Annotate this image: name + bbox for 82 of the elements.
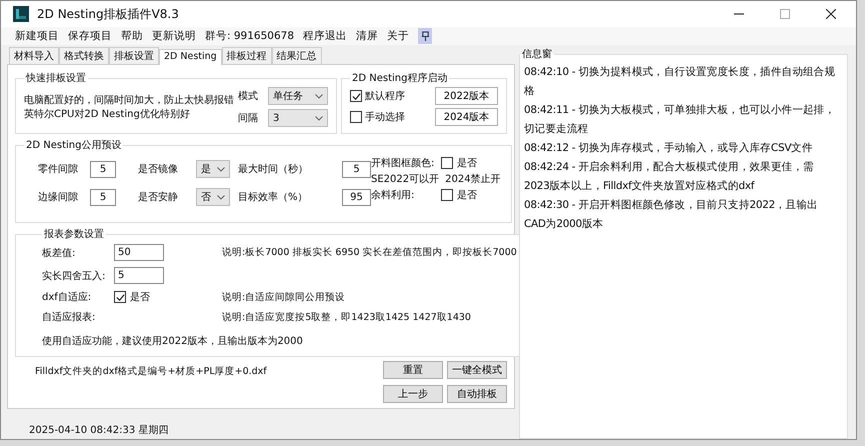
field-label: 自适应报表: (42, 310, 96, 324)
field-label: 板差值: (42, 246, 76, 260)
checkbox-label: 是否 (130, 291, 150, 304)
action-button[interactable]: 一键全模式 (447, 361, 507, 379)
menu-item[interactable]: 保存项目 (68, 29, 112, 43)
log-entry: 08:42:30 - 开启开料图框颜色修改，目前只支持2022，且输出CAD为2000版本 (524, 198, 819, 232)
field-label: 零件间隙 (38, 162, 79, 176)
note-text: 说明:自适应宽度按5取整，即1423取1425 1427取1430 (222, 310, 471, 324)
tab[interactable]: 结果汇总 (272, 47, 322, 64)
checkbox[interactable] (441, 157, 453, 169)
field-label: 开料图框颜色: (371, 156, 436, 170)
field-label: 最大时间（秒） (238, 162, 309, 176)
field-label: 模式 (238, 90, 258, 103)
checkbox[interactable] (350, 90, 362, 102)
checkbox[interactable] (350, 111, 362, 123)
field-label: 是否镜像 (138, 162, 179, 176)
menu-item[interactable]: 清屏 (356, 29, 378, 43)
input-field[interactable]: 50 (114, 244, 164, 261)
caret-icon (217, 194, 225, 200)
group-title: 报表参数设置 (43, 228, 105, 241)
pin-button[interactable] (418, 28, 432, 44)
checkbox-label: 手动选择 (365, 110, 405, 124)
log-entry: 08:42:24 - 开启余料利用，配合大板模式使用，效果更佳，需2023版本以上，Filldxf文件夹放置对应格式的dxf (524, 160, 815, 194)
checkbox-label: 默认程序 (365, 90, 405, 103)
note-text: 2024禁止开 (445, 172, 501, 186)
dropdown[interactable]: 单任务 (268, 87, 328, 105)
tab[interactable]: 排板设置 (109, 47, 159, 64)
input-field[interactable]: 5 (114, 267, 164, 284)
caret-icon (315, 94, 323, 98)
status-text: 2025-04-10 08:42:33 星期四 (28, 424, 170, 437)
log-entry: 08:42:11 - 切换为大板模式，可单独排大板，也可以小件一起排，切记要走流程 (524, 103, 836, 137)
window-title: 2D Nesting排板插件V8.3 (37, 6, 179, 22)
note-text: 电脑配置好的，间隔时间加大，防止太快易报错 (24, 94, 234, 107)
group-title: 2D Nesting公用预设 (25, 139, 122, 152)
field-label: 目标效率（%） (238, 190, 309, 204)
tab[interactable]: 格式转换 (59, 47, 109, 64)
app-icon (13, 6, 29, 22)
action-button[interactable]: 上一步 (383, 385, 443, 403)
note-text: 使用自适应功能，建议使用2022版本，且输出版本为2000 (42, 334, 304, 348)
input-field[interactable]: 5 (90, 160, 116, 178)
input-field[interactable]: 5 (90, 188, 116, 206)
note-text: Filldxf文件夹的dxf格式是编号+材质+PL厚度+0.dxf (35, 365, 267, 378)
close-icon[interactable] (826, 9, 836, 19)
log-entry: 08:42:10 - 切换为提料模式，自行设置宽度长度，插件自动组合规格 (524, 65, 836, 99)
menu-item[interactable]: 更新说明 (152, 29, 196, 43)
field-label: 实长四舍五入: (42, 270, 106, 282)
field-label: 余料利用: (371, 188, 416, 202)
version-button[interactable]: 2022版本 (435, 87, 498, 105)
field-label: dxf自适应: (42, 290, 92, 304)
caret-icon (217, 166, 225, 172)
dropdown[interactable]: 否 (196, 188, 230, 206)
note-text: 说明:板长7000 排板实长 6950 实长在差值范围内，即按板长7000 (222, 246, 517, 259)
tab[interactable]: 2D Nesting (159, 49, 222, 65)
dropdown[interactable]: 3 (268, 109, 328, 127)
input-field[interactable]: 95 (342, 188, 371, 206)
group-title: 2D Nesting程序启动 (351, 72, 448, 85)
field-label: 边缘间隙 (38, 190, 79, 204)
menu-item[interactable]: 新建项目 (15, 29, 59, 43)
input-field[interactable]: 5 (342, 160, 371, 178)
log-entry: 08:42:12 - 切换为库存模式，手动输入，或导入库存CSV文件 (524, 141, 814, 156)
group-title: 快速排板设置 (24, 72, 87, 85)
tab[interactable]: 排板过程 (222, 47, 272, 64)
action-button[interactable]: 自动排板 (447, 385, 507, 403)
tab[interactable]: 材料导入 (9, 47, 59, 64)
caret-icon (315, 116, 323, 120)
menu-item[interactable]: 帮助 (121, 29, 143, 43)
menu-item[interactable]: 关于 (387, 29, 409, 43)
menu-item[interactable]: 群号: 991650678 (205, 29, 294, 43)
menu-item[interactable]: 程序退出 (303, 29, 347, 43)
checkbox-label: 是否 (457, 157, 477, 170)
action-button[interactable]: 重置 (383, 361, 443, 379)
checkbox[interactable] (441, 189, 453, 201)
note-text: 说明:自适应间隙同公用预设 (222, 290, 346, 304)
field-label: 是否安静 (138, 190, 179, 204)
checkbox-label: 是否 (457, 189, 477, 202)
dropdown[interactable]: 是 (196, 160, 230, 178)
group-title: 信息窗 (521, 48, 553, 61)
note-text: 英特尔CPU对2D Nesting优化特别好 (24, 108, 191, 121)
version-button[interactable]: 2024版本 (435, 108, 498, 126)
checkbox[interactable] (114, 291, 126, 303)
note-text: SE2022可以开 (371, 172, 440, 186)
field-label: 间隔 (238, 112, 258, 125)
